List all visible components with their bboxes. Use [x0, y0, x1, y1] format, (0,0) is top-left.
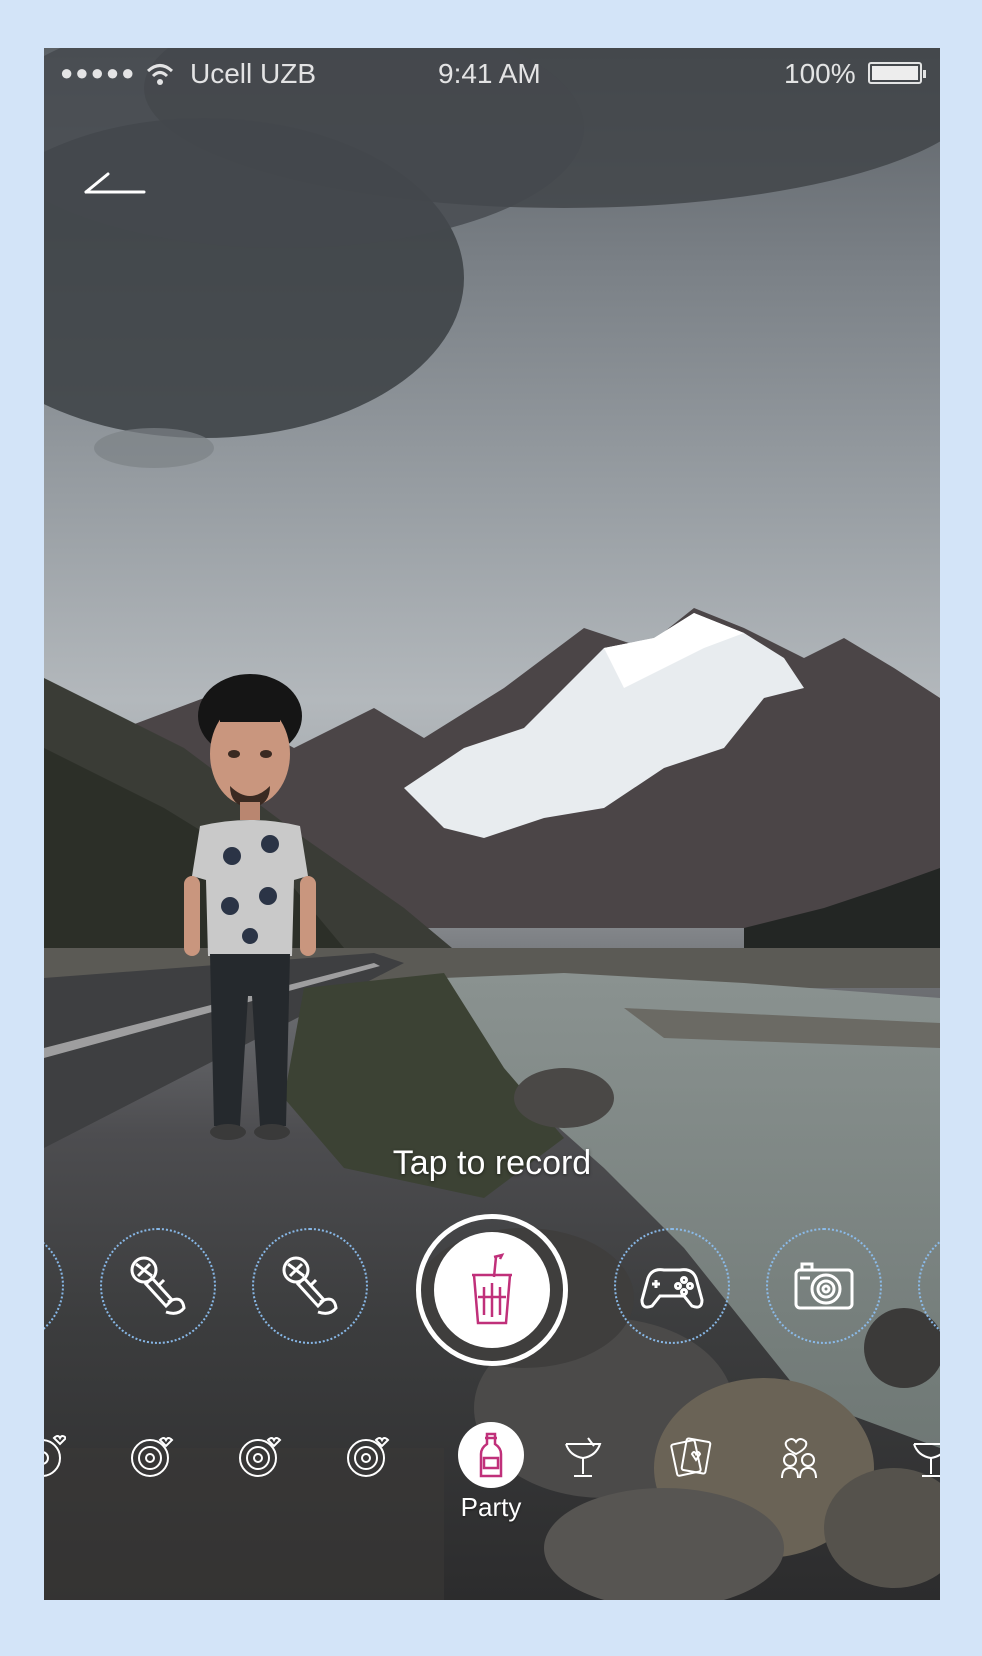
category-item[interactable] [342, 1432, 392, 1482]
category-label: Party [460, 1492, 522, 1522]
phone-screen: ●●●●● Ucell UZB 9:41 AM 100% Tap to reco… [44, 48, 940, 1600]
signal-strength: ●●●●● [60, 60, 137, 85]
effect-gamepad[interactable] [614, 1228, 730, 1344]
back-arrow-icon[interactable] [80, 136, 150, 206]
microphone-icon [282, 1256, 338, 1315]
effect-microphone-2[interactable] [252, 1228, 368, 1344]
heart-disc-icon [239, 1437, 282, 1477]
couple-icon [781, 1438, 817, 1479]
record-button[interactable] [434, 1232, 550, 1348]
status-bar: ●●●●● Ucell UZB 9:41 AM 100% [44, 48, 940, 98]
carrier-name: Ucell UZB [190, 58, 317, 89]
cards-icon [670, 1437, 712, 1477]
heart-disc-icon [347, 1437, 390, 1477]
record-hint: Tap to record [392, 1144, 592, 1182]
category-party-button[interactable] [458, 1422, 524, 1488]
status-time: 9:41 AM [438, 58, 541, 89]
effect-camera[interactable] [766, 1228, 882, 1344]
cocktail-glass-icon [913, 1443, 940, 1477]
effect-microphone-1[interactable] [100, 1228, 216, 1344]
category-item[interactable] [906, 1432, 940, 1482]
category-item[interactable] [234, 1432, 284, 1482]
category-item[interactable] [666, 1432, 716, 1482]
cocktail-glass-icon [565, 1437, 602, 1477]
battery-icon [868, 62, 926, 84]
category-item[interactable] [44, 1432, 68, 1482]
gamepad-icon [640, 1268, 704, 1309]
category-item[interactable] [558, 1432, 608, 1482]
wifi-icon [146, 64, 174, 85]
microphone-icon [130, 1256, 186, 1315]
camera-icon [794, 1262, 854, 1310]
heart-disc-icon [44, 1435, 66, 1477]
battery-percent: 100% [784, 58, 856, 89]
bottle-icon [479, 1432, 503, 1478]
soda-cup-icon [472, 1253, 512, 1325]
heart-disc-icon [131, 1437, 174, 1477]
category-item[interactable] [774, 1432, 824, 1482]
category-item[interactable] [126, 1432, 176, 1482]
avatar-figure[interactable] [170, 666, 330, 1146]
